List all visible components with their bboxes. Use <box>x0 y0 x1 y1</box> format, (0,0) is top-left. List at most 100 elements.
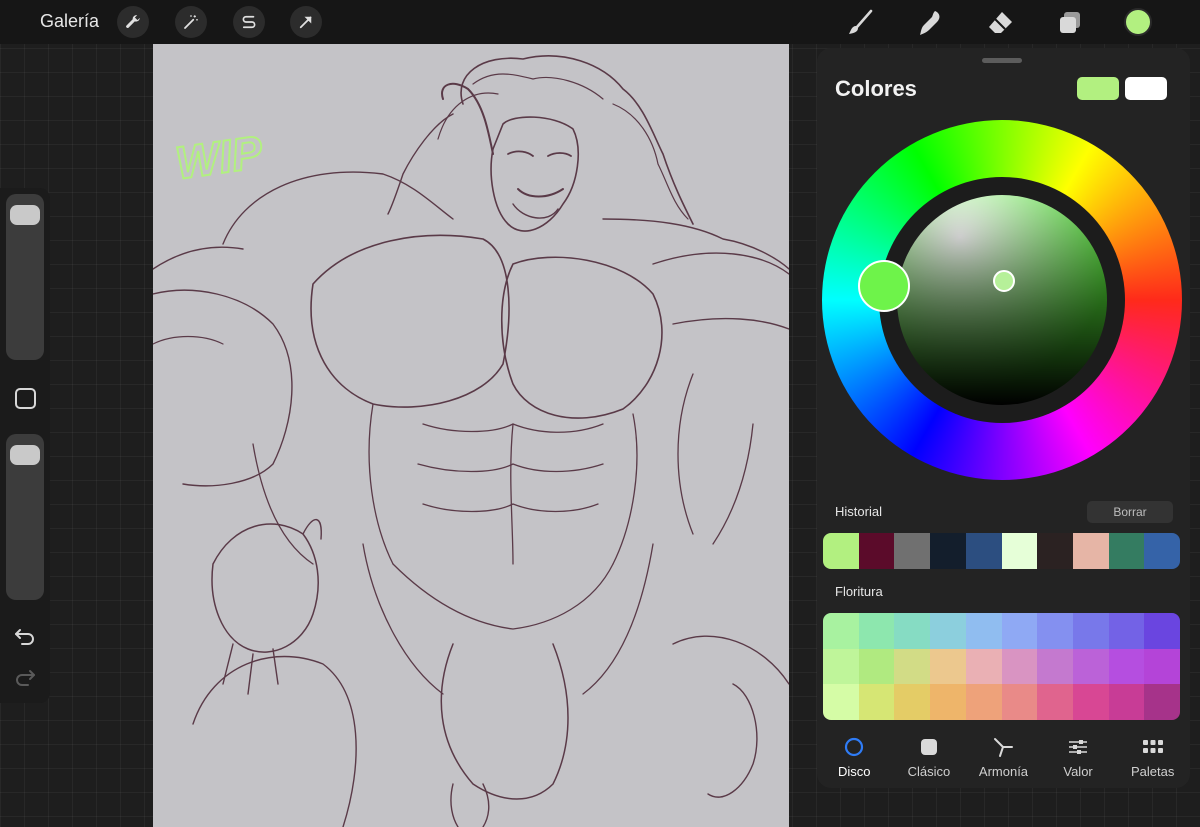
tab-clasico[interactable]: Clásico <box>892 730 967 780</box>
palette-swatch[interactable] <box>965 648 1002 685</box>
palette-swatch[interactable] <box>1108 648 1145 685</box>
classic-square-icon <box>920 739 937 755</box>
magic-wand-icon <box>184 15 198 29</box>
palette-swatch[interactable] <box>1001 613 1038 649</box>
palette-swatch[interactable] <box>894 684 931 720</box>
layers-icon <box>1060 12 1080 33</box>
layers-button[interactable] <box>1053 6 1087 40</box>
palette-swatch[interactable] <box>1037 648 1073 685</box>
palette-swatch[interactable] <box>823 648 859 685</box>
opacity-thumb[interactable] <box>10 444 40 465</box>
palette-swatch[interactable] <box>965 613 1002 649</box>
palette-swatch[interactable] <box>1037 684 1073 720</box>
palette-label: Floritura <box>835 584 883 599</box>
eraser-button[interactable] <box>983 6 1017 40</box>
colors-panel: Colores Historial Borrar Floritura Disco <box>817 48 1190 788</box>
clear-history-button[interactable]: Borrar <box>1087 501 1173 523</box>
top-toolbar: Galería <box>0 0 1200 44</box>
history-swatch[interactable] <box>894 533 931 569</box>
history-swatch[interactable] <box>1001 533 1038 569</box>
secondary-color-swatch[interactable] <box>1125 77 1167 100</box>
palette-swatches <box>823 613 1180 720</box>
left-sidebar <box>0 188 50 703</box>
tab-label: Armonía <box>978 764 1029 779</box>
palette-swatch[interactable] <box>858 684 895 720</box>
palette-swatch[interactable] <box>1108 684 1145 720</box>
brush-size-slider[interactable] <box>6 194 44 360</box>
panel-grabber[interactable] <box>982 58 1022 63</box>
gallery-button[interactable]: Galería <box>40 11 99 32</box>
color-mode-tabs: Disco Clásico Armonía Valor Paletas <box>817 730 1190 780</box>
saturation-brightness-handle[interactable] <box>993 270 1015 292</box>
history-swatch[interactable] <box>1144 533 1180 569</box>
palette-swatch[interactable] <box>1072 684 1109 720</box>
palette-swatch[interactable] <box>965 684 1002 720</box>
transform-arrow-icon <box>299 16 312 29</box>
palette-swatch[interactable] <box>894 613 931 649</box>
current-color-button[interactable] <box>1124 8 1152 36</box>
tab-label: Clásico <box>907 764 951 779</box>
modify-button[interactable] <box>15 388 36 409</box>
hue-ring[interactable] <box>822 120 1182 480</box>
sliders-icon <box>1069 740 1088 754</box>
hue-ring-gap <box>879 177 1125 423</box>
tab-armonia[interactable]: Armonía <box>966 730 1041 780</box>
palette-swatch[interactable] <box>823 684 859 720</box>
palette-swatch[interactable] <box>1108 613 1145 649</box>
palette-swatch[interactable] <box>930 648 966 685</box>
saturation-brightness-disc[interactable] <box>897 195 1107 405</box>
undo-icon <box>15 629 34 645</box>
history-swatch[interactable] <box>858 533 895 569</box>
selection-s-icon <box>242 15 256 29</box>
tab-label: Valor <box>1063 764 1093 779</box>
palette-swatch[interactable] <box>823 613 859 649</box>
hue-handle[interactable] <box>858 260 910 312</box>
palette-swatch[interactable] <box>1001 648 1038 685</box>
actions-button[interactable] <box>117 6 149 38</box>
eraser-icon <box>989 12 1012 33</box>
disc-circle-icon <box>845 737 864 757</box>
history-swatch[interactable] <box>823 533 859 569</box>
wip-label: WIP <box>172 125 266 189</box>
selection-button[interactable] <box>233 6 265 38</box>
redo-button[interactable] <box>12 666 38 688</box>
palette-swatch[interactable] <box>1001 684 1038 720</box>
palette-swatch[interactable] <box>1144 613 1180 649</box>
tab-disco[interactable]: Disco <box>817 730 892 780</box>
sketch-drawing: WIP <box>153 55 789 827</box>
tab-label: Disco <box>838 764 871 779</box>
history-swatch[interactable] <box>965 533 1002 569</box>
tab-valor[interactable]: Valor <box>1041 730 1116 780</box>
wrench-icon <box>126 15 140 28</box>
tab-paletas[interactable]: Paletas <box>1115 730 1190 780</box>
palette-swatch[interactable] <box>1072 648 1109 685</box>
palette-swatch[interactable] <box>1144 648 1180 685</box>
smudge-icon <box>920 11 940 35</box>
palette-swatch[interactable] <box>1144 684 1180 720</box>
opacity-slider[interactable] <box>6 434 44 600</box>
redo-icon <box>16 670 35 686</box>
drawing-canvas[interactable]: WIP <box>153 44 789 827</box>
history-swatch[interactable] <box>1037 533 1073 569</box>
history-label: Historial <box>835 504 882 519</box>
palette-swatch[interactable] <box>930 613 966 649</box>
history-swatch[interactable] <box>1108 533 1145 569</box>
adjustments-button[interactable] <box>175 6 207 38</box>
history-swatch[interactable] <box>930 533 966 569</box>
brush-button[interactable] <box>843 6 877 40</box>
smudge-button[interactable] <box>913 6 947 40</box>
primary-color-swatch[interactable] <box>1077 77 1119 100</box>
history-swatch[interactable] <box>1072 533 1109 569</box>
palette-swatch[interactable] <box>894 648 931 685</box>
history-swatches <box>823 533 1180 569</box>
brush-size-thumb[interactable] <box>10 204 40 225</box>
transform-button[interactable] <box>290 6 322 38</box>
brush-icon <box>849 9 873 34</box>
harmony-icon <box>994 738 1014 757</box>
palette-swatch[interactable] <box>858 648 895 685</box>
palette-swatch[interactable] <box>858 613 895 649</box>
palette-swatch[interactable] <box>930 684 966 720</box>
palette-swatch[interactable] <box>1037 613 1073 649</box>
undo-button[interactable] <box>12 625 38 647</box>
palette-swatch[interactable] <box>1072 613 1109 649</box>
